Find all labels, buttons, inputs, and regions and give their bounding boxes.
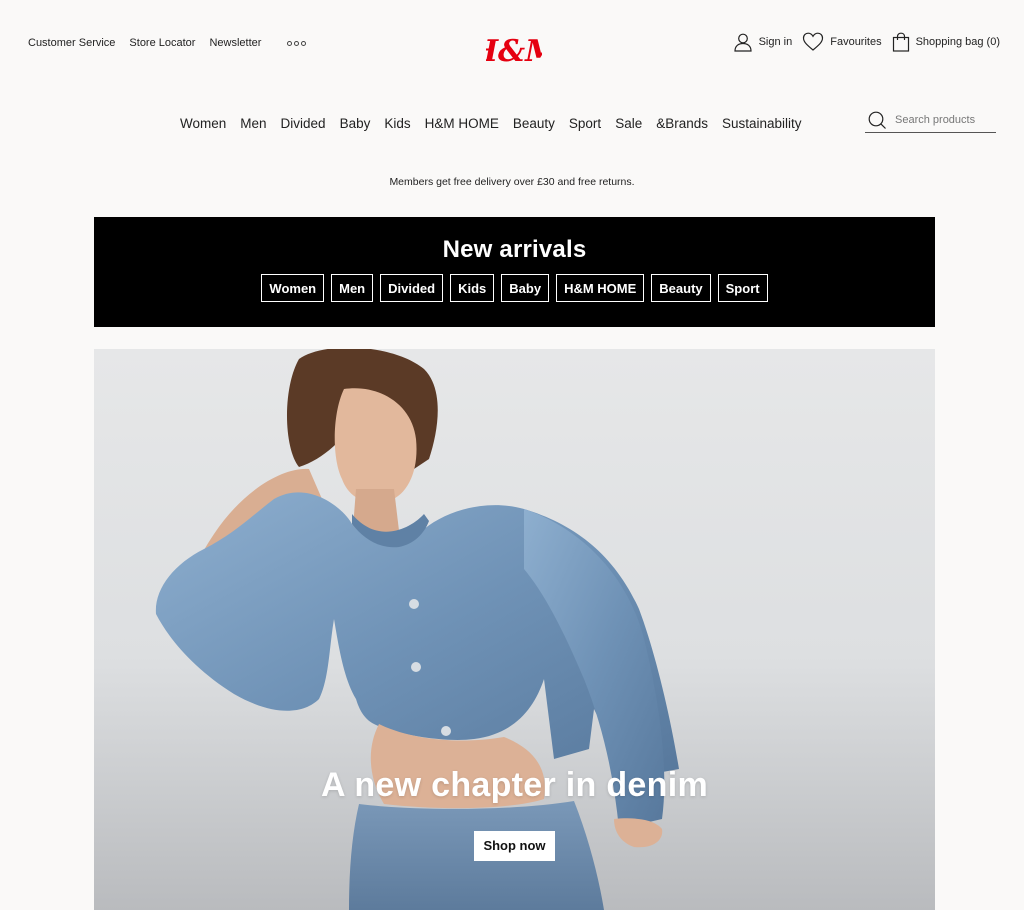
hm-logo[interactable]: H&M — [469, 30, 559, 72]
nav-item-women[interactable]: Women — [180, 116, 226, 131]
nav-item-sale[interactable]: Sale — [615, 116, 642, 131]
user-icon — [733, 33, 752, 52]
category-chip-hm-home[interactable]: H&M HOME — [556, 274, 645, 302]
store-locator-link[interactable]: Store Locator — [129, 37, 195, 49]
sign-in-label: Sign in — [758, 36, 793, 48]
category-chip-baby[interactable]: Baby — [501, 274, 550, 302]
hero-image — [155, 349, 679, 910]
sign-in-button[interactable]: Sign in — [733, 32, 793, 52]
shop-now-button[interactable]: Shop now — [474, 831, 555, 861]
newsletter-link[interactable]: Newsletter — [209, 37, 261, 49]
shopping-bag-label: Shopping bag (0) — [915, 36, 1000, 48]
logo-text: H&M — [486, 34, 542, 69]
category-chip-sport[interactable]: Sport — [717, 274, 768, 302]
nav-item-divided[interactable]: Divided — [281, 116, 326, 131]
shopping-bag-icon — [892, 32, 909, 52]
search-box[interactable] — [865, 108, 996, 133]
main-nav: Women Men Divided Baby Kids H&M HOME Bea… — [180, 116, 802, 131]
more-dots-icon[interactable] — [287, 40, 307, 46]
favourites-label: Favourites — [830, 36, 882, 48]
heart-icon — [803, 32, 824, 51]
hero-title: A new chapter in denim — [321, 766, 708, 804]
nav-item-brands[interactable]: &Brands — [656, 116, 708, 131]
account-links: Sign in Favourites Shopping bag (0) — [723, 32, 1000, 52]
favourites-button[interactable]: Favourites — [802, 32, 882, 52]
new-arrivals-banner: New arrivals Women Men Divided Kids Baby… — [94, 217, 935, 327]
category-chip-women[interactable]: Women — [261, 274, 325, 302]
nav-item-sport[interactable]: Sport — [569, 116, 601, 131]
nav-item-kids[interactable]: Kids — [384, 116, 410, 131]
new-arrivals-title: New arrivals — [442, 236, 587, 263]
nav-item-sustainability[interactable]: Sustainability — [722, 116, 802, 131]
nav-item-men[interactable]: Men — [240, 116, 266, 131]
promo-message: Members get free delivery over £30 and f… — [389, 176, 635, 188]
shopping-bag-button[interactable]: Shopping bag (0) — [892, 32, 1000, 52]
nav-item-beauty[interactable]: Beauty — [513, 116, 555, 131]
nav-item-baby[interactable]: Baby — [340, 116, 371, 131]
new-arrivals-categories: Women Men Divided Kids Baby H&M HOME Bea… — [94, 274, 935, 302]
customer-service-link[interactable]: Customer Service — [28, 37, 115, 49]
nav-item-hm-home[interactable]: H&M HOME — [425, 116, 499, 131]
category-chip-beauty[interactable]: Beauty — [651, 274, 711, 302]
utility-links: Customer Service Store Locator Newslette… — [28, 37, 307, 49]
category-chip-kids[interactable]: Kids — [450, 274, 495, 302]
search-input[interactable] — [895, 114, 995, 126]
category-chip-men[interactable]: Men — [331, 274, 374, 302]
category-chip-divided[interactable]: Divided — [380, 274, 444, 302]
hero-campaign[interactable]: A new chapter in denim Shop now — [94, 349, 935, 910]
search-icon[interactable] — [867, 110, 887, 130]
